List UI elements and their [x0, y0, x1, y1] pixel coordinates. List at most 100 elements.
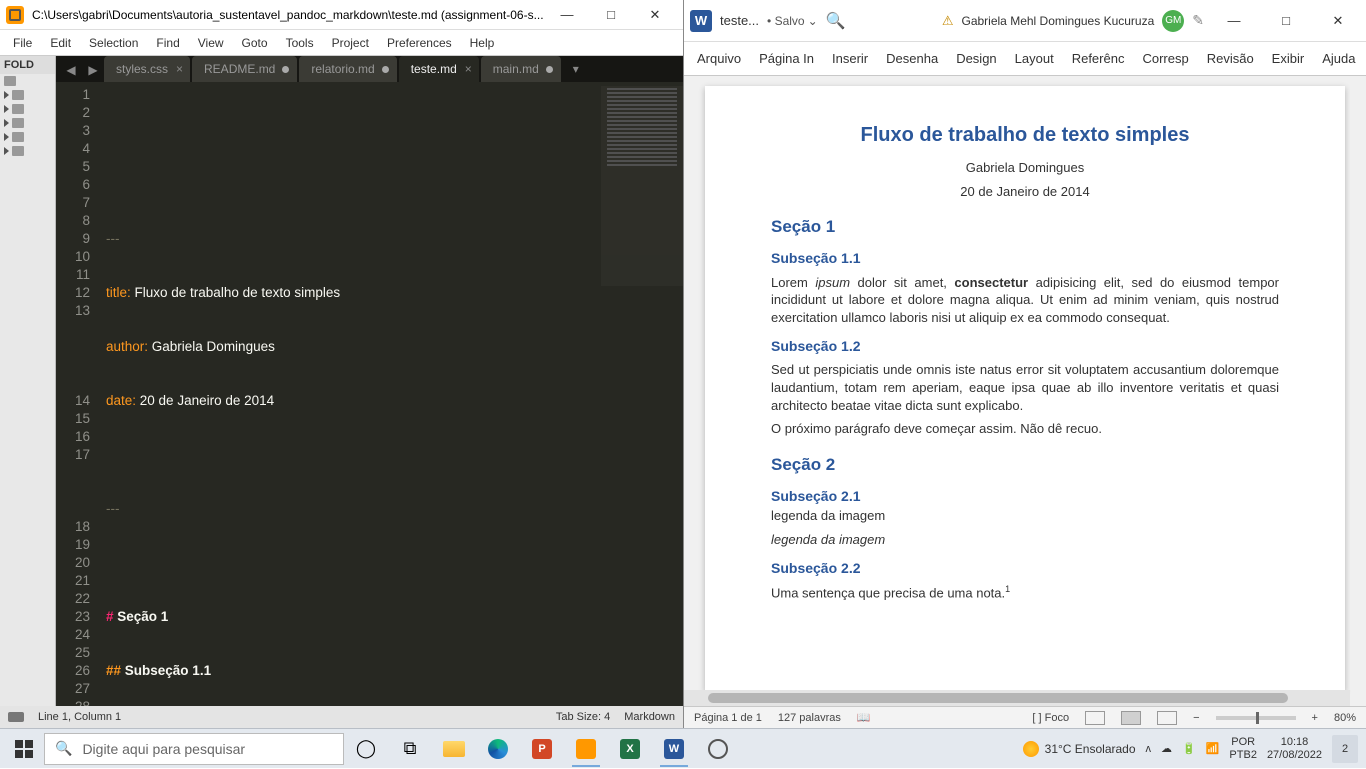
zoom-percent[interactable]: 80% — [1334, 712, 1356, 724]
tab-size[interactable]: Tab Size: 4 — [556, 711, 610, 723]
chevron-down-icon: ⌄ — [808, 14, 818, 28]
zoom-slider[interactable] — [1216, 716, 1296, 720]
search-button[interactable]: 🔍 — [826, 11, 846, 31]
ribbon-correspondencias[interactable]: Corresp — [1133, 45, 1197, 72]
word-app-icon: W — [690, 10, 712, 32]
menu-bar: File Edit Selection Find View Goto Tools… — [0, 30, 683, 56]
excel-icon[interactable]: X — [608, 729, 652, 769]
ribbon-pagina-inicial[interactable]: Página In — [750, 45, 823, 72]
sublime-titlebar[interactable]: C:\Users\gabri\Documents\autoria_sustent… — [0, 0, 683, 30]
ribbon-exibir[interactable]: Exibir — [1263, 45, 1314, 72]
minimize-button[interactable]: ― — [1212, 6, 1256, 36]
cursor-position[interactable]: Line 1, Column 1 — [38, 711, 121, 723]
minimize-button[interactable]: ― — [545, 1, 589, 29]
tab-main-md[interactable]: main.md — [481, 56, 561, 82]
start-button[interactable] — [4, 729, 44, 769]
zoom-out-button[interactable]: − — [1193, 712, 1199, 724]
folder-node[interactable] — [0, 144, 55, 158]
close-button[interactable]: ✕ — [1316, 6, 1360, 36]
folder-node[interactable] — [0, 88, 55, 102]
user-avatar[interactable]: GM — [1162, 10, 1184, 32]
onedrive-icon[interactable]: ☁ — [1161, 742, 1172, 755]
folder-node[interactable] — [0, 74, 55, 88]
language-indicator[interactable]: PORPTB2 — [1229, 736, 1257, 760]
zoom-in-button[interactable]: + — [1312, 712, 1318, 724]
user-name[interactable]: Gabriela Mehl Domingues Kucuruza — [962, 14, 1155, 28]
folder-node[interactable] — [0, 102, 55, 116]
tray-chevron-icon[interactable]: ʌ — [1146, 743, 1152, 755]
page[interactable]: Fluxo de trabalho de texto simples Gabri… — [705, 86, 1345, 691]
document-name[interactable]: teste... — [720, 13, 759, 28]
folder-node[interactable] — [0, 116, 55, 130]
tab-next-button[interactable]: ▶ — [82, 58, 104, 82]
spellcheck-icon[interactable]: 📖 — [857, 711, 871, 724]
close-icon[interactable]: × — [176, 62, 183, 76]
menu-selection[interactable]: Selection — [82, 34, 145, 52]
ribbon-arquivo[interactable]: Arquivo — [688, 45, 750, 72]
warning-icon[interactable]: ⚠ — [942, 13, 954, 29]
menu-find[interactable]: Find — [149, 34, 186, 52]
tab-teste-md[interactable]: teste.md× — [399, 56, 479, 82]
battery-icon[interactable]: 🔋 — [1182, 742, 1196, 755]
wifi-icon[interactable]: 📶 — [1206, 742, 1220, 755]
tab-prev-button[interactable]: ◀ — [60, 58, 82, 82]
code-content[interactable]: --- title: Fluxo de trabalho de texto si… — [100, 82, 683, 706]
notification-center[interactable]: 2 — [1332, 735, 1358, 763]
word-titlebar[interactable]: W teste... • Salvo⌄ 🔍 ⚠ Gabriela Mehl Do… — [684, 0, 1366, 42]
ribbon-ajuda[interactable]: Ajuda — [1313, 45, 1364, 72]
editor-area[interactable]: 1 2 3 4 5 6 7 8 910111213 14151617 18192… — [56, 82, 683, 706]
ribbon-referencias[interactable]: Referênc — [1063, 45, 1134, 72]
file-explorer-icon[interactable] — [432, 729, 476, 769]
tab-styles-css[interactable]: styles.css× — [104, 56, 190, 82]
menu-view[interactable]: View — [191, 34, 231, 52]
sublime-taskbar-icon[interactable] — [564, 729, 608, 769]
document-canvas[interactable]: Fluxo de trabalho de texto simples Gabri… — [684, 76, 1366, 706]
doc-title: Fluxo de trabalho de texto simples — [771, 122, 1279, 149]
focus-mode[interactable]: [ ] Foco — [1032, 712, 1069, 724]
menu-tools[interactable]: Tools — [279, 34, 321, 52]
ribbon-design[interactable]: Design — [947, 45, 1005, 72]
menu-edit[interactable]: Edit — [43, 34, 78, 52]
panel-toggle-icon[interactable] — [8, 712, 24, 722]
save-status[interactable]: • Salvo⌄ — [767, 14, 818, 28]
ribbon-desenhar[interactable]: Desenha — [877, 45, 947, 72]
read-mode-icon[interactable] — [1085, 711, 1105, 725]
tab-overflow-button[interactable]: ▾ — [563, 56, 589, 82]
cortana-icon[interactable]: ◯ — [344, 729, 388, 769]
folder-node[interactable] — [0, 130, 55, 144]
ribbon-layout[interactable]: Layout — [1006, 45, 1063, 72]
maximize-button[interactable]: □ — [589, 1, 633, 29]
vertical-scrollbar[interactable] — [1350, 76, 1366, 690]
scrollbar-thumb[interactable] — [708, 693, 1288, 703]
tab-readme-md[interactable]: README.md — [192, 56, 297, 82]
word-taskbar-icon[interactable]: W — [652, 729, 696, 769]
menu-project[interactable]: Project — [325, 34, 376, 52]
sun-icon — [1023, 741, 1039, 757]
close-icon[interactable]: × — [465, 62, 472, 76]
word-count[interactable]: 127 palavras — [778, 712, 841, 724]
minimap[interactable] — [601, 86, 683, 286]
folder-sidebar[interactable]: FOLD — [0, 56, 56, 706]
page-indicator[interactable]: Página 1 de 1 — [694, 712, 762, 724]
web-layout-icon[interactable] — [1157, 711, 1177, 725]
ribbon-inserir[interactable]: Inserir — [823, 45, 877, 72]
tab-relatorio-md[interactable]: relatorio.md — [299, 56, 396, 82]
print-layout-icon[interactable] — [1121, 711, 1141, 725]
menu-preferences[interactable]: Preferences — [380, 34, 459, 52]
edge-icon[interactable] — [476, 729, 520, 769]
ribbon-revisao[interactable]: Revisão — [1198, 45, 1263, 72]
taskbar-search[interactable]: 🔍 Digite aqui para pesquisar — [44, 733, 344, 765]
maximize-button[interactable]: □ — [1264, 6, 1308, 36]
pen-icon[interactable]: ✎ — [1192, 12, 1204, 29]
powerpoint-icon[interactable]: P — [520, 729, 564, 769]
clock[interactable]: 10:1827/08/2022 — [1267, 736, 1322, 760]
settings-icon[interactable] — [696, 729, 740, 769]
weather-widget[interactable]: 31°C Ensolarado — [1023, 741, 1136, 757]
task-view-icon[interactable]: ⧉ — [388, 729, 432, 769]
menu-goto[interactable]: Goto — [235, 34, 275, 52]
syntax-mode[interactable]: Markdown — [624, 711, 675, 723]
menu-help[interactable]: Help — [463, 34, 502, 52]
horizontal-scrollbar[interactable] — [684, 690, 1350, 706]
menu-file[interactable]: File — [6, 34, 39, 52]
close-button[interactable]: ✕ — [633, 1, 677, 29]
